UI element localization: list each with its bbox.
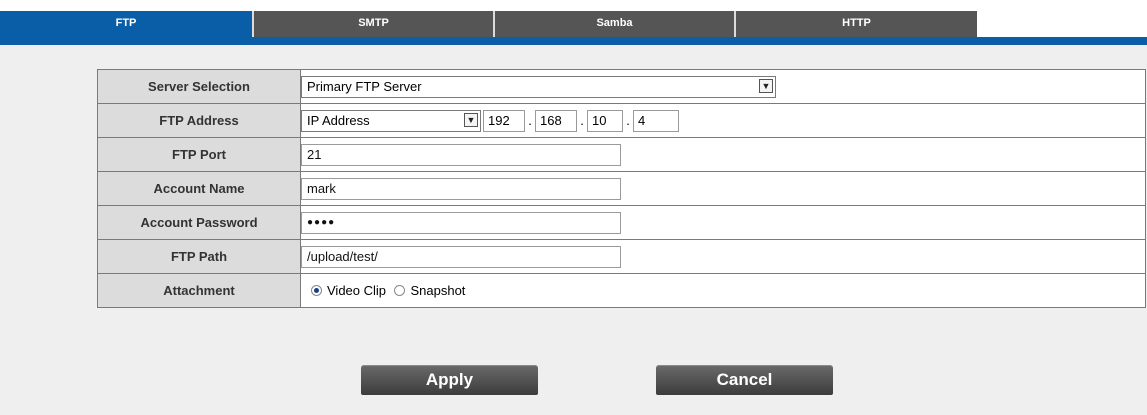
row-account-name: Account Name mark	[97, 171, 1146, 206]
address-type-value: IP Address	[307, 112, 370, 128]
tab-smtp[interactable]: SMTP	[252, 11, 493, 37]
snapshot-label: Snapshot	[410, 282, 466, 298]
ip-separator: .	[580, 113, 584, 128]
ip-octet-4[interactable]: 4	[633, 109, 679, 132]
chevron-down-icon: ▼	[759, 78, 773, 93]
ftp-port-input[interactable]: 21	[301, 143, 621, 166]
ftp-port-label: FTP Port	[97, 137, 301, 172]
ip-octet-1[interactable]: 192	[483, 109, 525, 132]
account-name-label: Account Name	[97, 171, 301, 206]
cancel-button[interactable]: Cancel	[656, 365, 833, 395]
video-clip-radio[interactable]	[311, 284, 322, 296]
row-ftp-path: FTP Path /upload/test/	[97, 239, 1146, 274]
settings-panel: Server Selection Primary FTP Server ▼ FT…	[0, 45, 1147, 415]
row-server-selection: Server Selection Primary FTP Server ▼	[97, 69, 1146, 104]
attachment-label: Attachment	[97, 273, 301, 308]
ip-separator: .	[528, 113, 532, 128]
account-name-input[interactable]: mark	[301, 177, 621, 200]
row-account-password: Account Password ●●●●	[97, 205, 1146, 240]
server-selection-select[interactable]: Primary FTP Server ▼	[301, 75, 776, 98]
row-ftp-address: FTP Address IP Address ▼ 192. 168. 10. 4	[97, 103, 1146, 138]
chevron-down-icon: ▼	[464, 112, 478, 127]
row-ftp-port: FTP Port 21	[97, 137, 1146, 172]
ftp-path-label: FTP Path	[97, 239, 301, 274]
apply-button[interactable]: Apply	[361, 365, 538, 395]
ip-octet-3[interactable]: 10	[587, 109, 623, 132]
ftp-address-label: FTP Address	[97, 103, 301, 138]
tab-bar: FTP SMTP Samba HTTP	[0, 0, 1147, 46]
tab-underline	[0, 37, 1147, 45]
ftp-settings-table: Server Selection Primary FTP Server ▼ FT…	[97, 69, 1146, 308]
row-attachment: Attachment Video Clip Snapshot	[97, 273, 1146, 308]
server-selection-label: Server Selection	[97, 69, 301, 104]
tab-list: FTP SMTP Samba HTTP	[0, 11, 977, 37]
ip-separator: .	[626, 113, 630, 128]
address-type-select[interactable]: IP Address ▼	[301, 109, 481, 132]
ftp-path-input[interactable]: /upload/test/	[301, 245, 621, 268]
snapshot-radio[interactable]	[394, 284, 406, 296]
video-clip-label: Video Clip	[327, 282, 387, 298]
tab-ftp[interactable]: FTP	[0, 11, 252, 37]
ip-octet-2[interactable]: 168	[535, 109, 577, 132]
account-password-label: Account Password	[97, 205, 301, 240]
account-password-input[interactable]: ●●●●	[301, 211, 621, 234]
tab-samba[interactable]: Samba	[493, 11, 734, 37]
server-selection-value: Primary FTP Server	[307, 78, 422, 94]
tab-http[interactable]: HTTP	[734, 11, 977, 37]
